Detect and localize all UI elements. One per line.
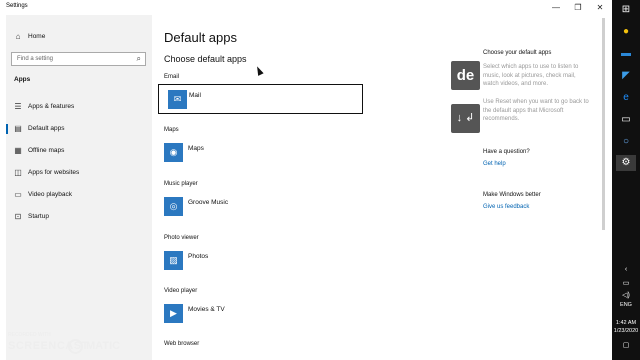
category-label-web: Web browser	[164, 341, 200, 347]
sidebar-item-label: Home	[28, 33, 46, 40]
taskbar: ⊞ ● ▬ ◤ e ▭ ○ ⚙ ‹ ▭ ◁) ENG 1:42 AM 1/23/…	[612, 0, 640, 360]
chrome-icon[interactable]: ●	[616, 24, 636, 40]
help-text: Use Reset when you want to go back to th…	[483, 99, 589, 122]
get-help-link[interactable]: Get help	[483, 161, 506, 167]
sidebar-item-home[interactable]: ⌂ Home	[6, 29, 152, 45]
window-title: Settings	[6, 3, 28, 9]
cortana-icon[interactable]: ○	[616, 134, 636, 150]
default-apps-icon: ▤	[14, 124, 22, 133]
section-label: Apps	[14, 76, 31, 83]
terminal-icon[interactable]: ▭	[616, 112, 636, 128]
record-icon	[68, 339, 83, 354]
help-heading: Choose your default apps	[483, 50, 552, 56]
minimize-button[interactable]: —	[546, 1, 566, 14]
clock-time[interactable]: 1:42 AM	[612, 320, 640, 326]
sidebar-item-label: Startup	[28, 213, 49, 220]
sidebar-item-offline-maps[interactable]: ▦ Offline maps	[6, 143, 152, 159]
sidebar-item-video-playback[interactable]: ▭ Video playback	[6, 187, 152, 203]
settings-icon[interactable]: ⚙	[616, 155, 636, 171]
app-name: Movies & TV	[188, 306, 225, 313]
default-app-video[interactable]: ▶ Movies & TV	[164, 299, 362, 329]
app-name: Mail	[189, 92, 201, 99]
list-icon: ☰	[14, 102, 22, 111]
feedback-link[interactable]: Give us feedback	[483, 204, 529, 210]
keystroke-overlay: de	[451, 61, 480, 90]
sidebar-item-label: Video playback	[28, 191, 72, 198]
selection-indicator	[6, 124, 8, 134]
web-icon: ◫	[14, 168, 22, 177]
category-label-photo: Photo viewer	[164, 235, 199, 241]
maximize-button[interactable]: ❐	[568, 1, 588, 14]
video-icon: ▭	[14, 190, 22, 199]
search-input[interactable]: Find a setting ⌕	[11, 52, 146, 66]
music-icon: ◎	[164, 197, 183, 216]
category-label-maps: Maps	[164, 127, 179, 133]
section-heading: Choose default apps	[164, 54, 247, 64]
screen: Settings — ❐ ✕ ⌂ Home Find a setting ⌕ A…	[0, 0, 640, 360]
vscode-icon[interactable]: ◤	[616, 68, 636, 84]
search-icon: ⌕	[136, 54, 141, 63]
notifications-icon[interactable]: ▢	[616, 338, 636, 354]
windows-icon[interactable]: ⊞	[616, 2, 636, 18]
title-bar[interactable]: Settings — ❐ ✕	[0, 0, 612, 15]
photos-icon: ▨	[164, 251, 183, 270]
sidebar-item-default-apps[interactable]: ▤ Default apps	[6, 121, 152, 137]
ie-icon[interactable]: e	[616, 90, 636, 106]
sidebar-item-label: Default apps	[28, 125, 65, 132]
recording-watermark: RECORDED WITH SCREENCAST MATIC	[6, 332, 146, 358]
help-text: Select which apps to use to listen to mu…	[483, 64, 579, 87]
sidebar-item-label: Apps for websites	[28, 169, 80, 176]
watermark-caption: RECORDED WITH	[8, 332, 51, 338]
default-app-photos[interactable]: ▨ Photos	[164, 246, 362, 276]
question-heading: Have a question?	[483, 149, 530, 155]
category-label-video: Video player	[164, 288, 198, 294]
settings-window: Settings — ❐ ✕ ⌂ Home Find a setting ⌕ A…	[0, 0, 612, 360]
app-name: Photos	[188, 253, 209, 260]
mail-icon: ✉	[168, 90, 187, 109]
category-label-music: Music player	[164, 181, 198, 187]
startup-icon: ⊡	[14, 212, 22, 221]
movies-icon: ▶	[164, 304, 183, 323]
app-name: Maps	[188, 145, 204, 152]
scrollbar[interactable]	[602, 18, 605, 230]
category-label-email: Email	[164, 74, 180, 80]
default-app-maps[interactable]: ◉ Maps	[164, 138, 362, 168]
app-name: Groove Music	[188, 199, 229, 206]
sidebar-item-label: Offline maps	[28, 147, 65, 154]
keystroke-overlay: ↓ ↲	[451, 104, 480, 133]
clock-date[interactable]: 1/23/2020	[612, 328, 640, 334]
default-app-music[interactable]: ◎ Groove Music	[164, 192, 362, 222]
search-placeholder: Find a setting	[17, 56, 54, 62]
sidebar: ⌂ Home Find a setting ⌕ Apps ☰ Apps & fe…	[6, 15, 152, 360]
page-title: Default apps	[164, 30, 237, 45]
maps-icon: ◉	[164, 143, 183, 162]
language-indicator[interactable]: ENG	[612, 302, 640, 308]
close-button[interactable]: ✕	[590, 1, 610, 14]
default-app-email[interactable]: ✉ Mail	[158, 84, 363, 114]
sidebar-item-startup[interactable]: ⊡ Startup	[6, 209, 152, 225]
sidebar-item-apps-features[interactable]: ☰ Apps & features	[6, 99, 152, 115]
watermark-brand: MATIC	[86, 340, 121, 352]
sidebar-item-apps-for-websites[interactable]: ◫ Apps for websites	[6, 165, 152, 181]
home-icon: ⌂	[15, 32, 21, 41]
sidebar-item-label: Apps & features	[28, 103, 75, 110]
mail-icon[interactable]: ▬	[616, 46, 636, 62]
better-heading: Make Windows better	[483, 192, 541, 198]
map-icon: ▦	[14, 146, 22, 155]
